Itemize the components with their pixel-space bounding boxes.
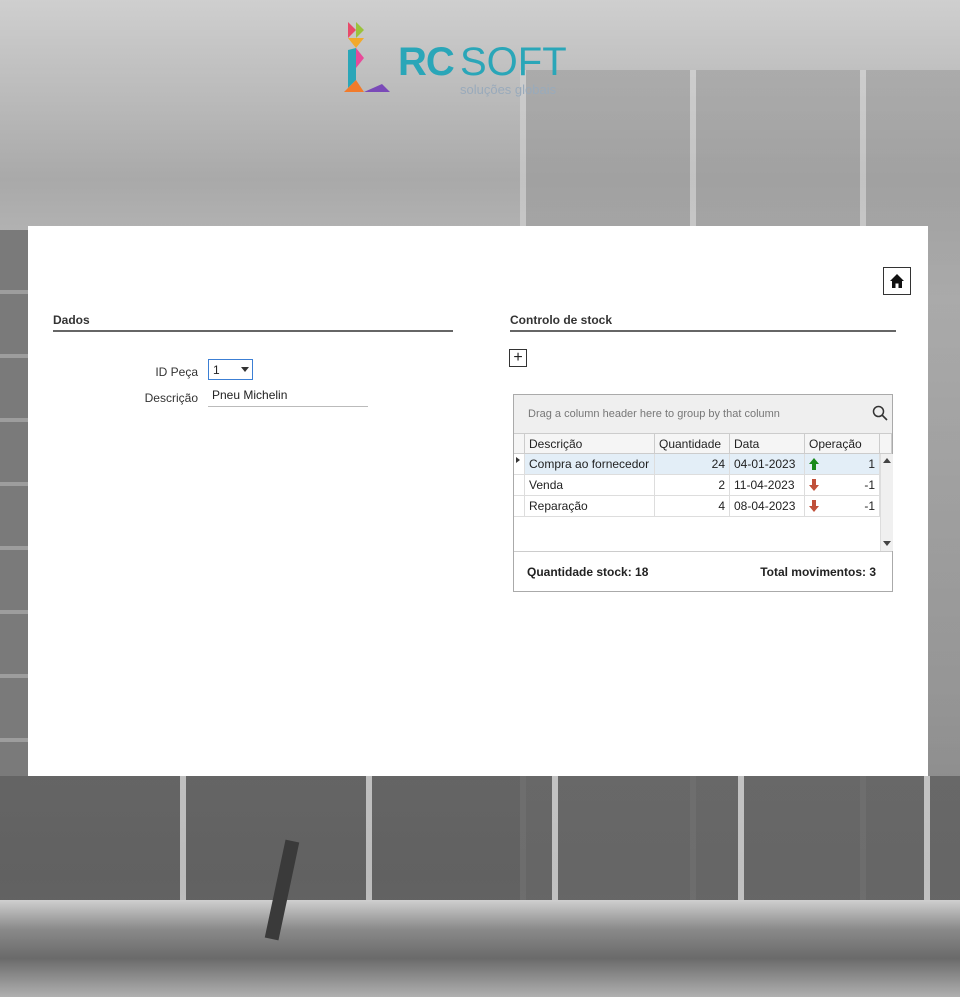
plus-icon: +: [513, 349, 523, 366]
logo-rc-text: RC: [398, 40, 455, 84]
background-wall: [0, 230, 30, 790]
cell-data[interactable]: 04-01-2023: [730, 454, 805, 475]
grid-footer-divider: [514, 551, 892, 552]
home-button[interactable]: [883, 267, 911, 295]
group-by-panel[interactable]: Drag a column header here to group by th…: [514, 395, 892, 433]
search-icon[interactable]: [872, 405, 888, 421]
column-header-data[interactable]: Data: [730, 433, 805, 454]
background-ground: [0, 900, 960, 997]
section-title-controlo-stock: Controlo de stock: [510, 313, 613, 327]
row-indicator: [514, 475, 525, 496]
section-title-dados: Dados: [53, 313, 90, 327]
arrow-down-icon: [809, 479, 819, 491]
id-peca-select[interactable]: 1: [208, 359, 253, 380]
scroll-down-icon[interactable]: [883, 541, 891, 546]
column-header-quantidade[interactable]: Quantidade: [655, 433, 730, 454]
logo-soft-text: SOFT: [460, 40, 567, 84]
row-indicator-header: [514, 433, 525, 454]
home-icon: [890, 274, 904, 288]
column-header-label: Descrição: [529, 437, 583, 451]
cell-text: 11-04-2023: [734, 478, 795, 492]
descricao-field[interactable]: Pneu Michelin: [208, 388, 368, 407]
row-indicator: [514, 496, 525, 517]
logo-mark-icon: [344, 22, 390, 92]
cell-text: Venda: [529, 478, 564, 492]
cell-text: -1: [864, 478, 875, 492]
column-header-label: Operação: [809, 437, 862, 451]
footer-quantidade-stock: Quantidade stock: 18: [527, 565, 649, 579]
arrow-down-icon: [809, 500, 819, 512]
table-row[interactable]: Compra ao fornecedor 24 04-01-2023 1: [514, 454, 880, 475]
cell-text: -1: [864, 499, 875, 513]
descricao-value: Pneu Michelin: [212, 388, 288, 402]
cell-quantidade[interactable]: 2: [655, 475, 730, 496]
stock-grid: Drag a column header here to group by th…: [513, 394, 893, 592]
id-peca-label: ID Peça: [155, 365, 198, 379]
row-indicator: [514, 454, 525, 475]
cell-operacao[interactable]: 1: [805, 454, 880, 475]
cell-quantidade[interactable]: 24: [655, 454, 730, 475]
header-filler: [880, 433, 892, 454]
column-header-label: Data: [734, 437, 760, 451]
rcsoft-logo: RC SOFT soluções globais: [342, 18, 582, 98]
cell-text: 04-01-2023: [734, 457, 796, 471]
cell-text: 2: [718, 478, 725, 492]
vertical-scrollbar[interactable]: [880, 454, 893, 551]
add-movement-button[interactable]: +: [509, 349, 527, 367]
chevron-down-icon: [241, 367, 249, 372]
cell-text: 08-04-2023: [734, 499, 796, 513]
cell-text: 24: [711, 457, 725, 471]
table-row[interactable]: Venda 2 11-04-2023 -1: [514, 475, 880, 496]
id-peca-value: 1: [213, 363, 220, 377]
cell-text: 1: [868, 457, 875, 471]
descricao-label: Descrição: [144, 391, 198, 405]
cell-text: Compra ao fornecedor: [529, 457, 650, 471]
column-header-descricao[interactable]: Descrição: [525, 433, 655, 454]
column-header-label: Quantidade: [659, 437, 722, 451]
cell-descricao[interactable]: Venda: [525, 475, 655, 496]
row-pointer-icon: [516, 457, 520, 463]
cell-text: 4: [718, 499, 725, 513]
table-row[interactable]: Reparação 4 08-04-2023 -1: [514, 496, 880, 517]
section-divider: [53, 330, 453, 332]
arrow-up-icon: [809, 458, 819, 470]
main-panel: Dados ID Peça 1 Descrição Pneu Michelin …: [28, 226, 928, 776]
cell-data[interactable]: 08-04-2023: [730, 496, 805, 517]
column-header-operacao[interactable]: Operação: [805, 433, 880, 454]
group-by-hint: Drag a column header here to group by th…: [528, 408, 780, 420]
section-divider: [510, 330, 896, 332]
cell-descricao[interactable]: Reparação: [525, 496, 655, 517]
cell-quantidade[interactable]: 4: [655, 496, 730, 517]
cell-text: Reparação: [529, 499, 588, 513]
cell-data[interactable]: 11-04-2023: [730, 475, 805, 496]
cell-descricao[interactable]: Compra ao fornecedor: [525, 454, 655, 475]
scroll-up-icon[interactable]: [883, 458, 891, 463]
logo-tagline: soluções globais: [460, 82, 557, 97]
cell-operacao[interactable]: -1: [805, 475, 880, 496]
footer-total-movimentos: Total movimentos: 3: [760, 565, 876, 579]
cell-operacao[interactable]: -1: [805, 496, 880, 517]
